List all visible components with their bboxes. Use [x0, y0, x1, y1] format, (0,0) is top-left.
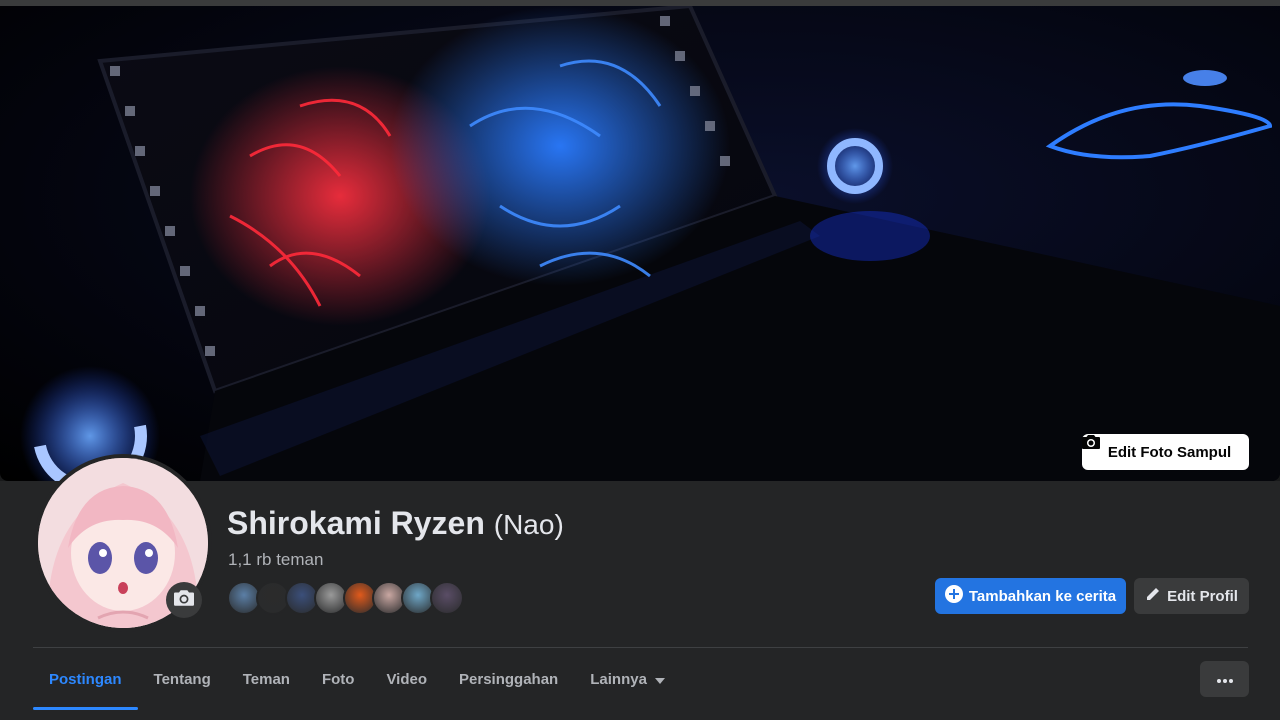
profile-name: Shirokami Ryzen (Nao) [227, 505, 564, 542]
tab-label: Tentang [153, 670, 211, 688]
tab-teman[interactable]: Teman [227, 648, 306, 710]
plus-circle-icon [944, 585, 963, 607]
edit-cover-photo-button[interactable]: Edit Foto Sampul [1082, 434, 1249, 470]
cover-photo-image [20, 6, 1280, 481]
profile-alternate-name: (Nao) [493, 509, 564, 540]
edit-profile-button[interactable]: Edit Profil [1134, 578, 1249, 614]
tab-label: Persinggahan [459, 670, 559, 688]
tab-label: Foto [321, 670, 355, 688]
tab-label: Postingan [49, 670, 122, 688]
profile-name-text: Shirokami Ryzen [227, 505, 485, 541]
add-to-story-label: Tambahkan ke cerita [968, 587, 1117, 605]
camera-icon [174, 589, 194, 612]
add-to-story-button[interactable]: Tambahkan ke cerita [935, 578, 1126, 614]
tab-postingan[interactable]: Postingan [33, 648, 138, 710]
pencil-icon [1145, 586, 1161, 606]
profile-tabs: Postingan Tentang Teman Foto Video Persi… [33, 648, 681, 710]
tab-video[interactable]: Video [370, 648, 443, 710]
friends-count[interactable]: 1,1 rb teman [228, 550, 323, 570]
tab-tentang[interactable]: Tentang [138, 648, 227, 710]
caret-down-icon [654, 671, 665, 688]
friend-avatars[interactable] [227, 581, 464, 615]
tab-persinggahan[interactable]: Persinggahan [443, 648, 574, 710]
more-options-button[interactable] [1200, 661, 1249, 697]
cover-photo[interactable]: Edit Foto Sampul [0, 6, 1280, 481]
tab-label: Teman [242, 670, 290, 688]
tab-foto[interactable]: Foto [306, 648, 370, 710]
tab-label: Lainnya [590, 670, 647, 688]
ellipsis-icon [1216, 670, 1233, 688]
edit-profile-label: Edit Profil [1167, 587, 1238, 605]
update-avatar-button[interactable] [166, 582, 202, 618]
edit-cover-photo-label: Edit Foto Sampul [1107, 443, 1232, 461]
friend-avatar[interactable] [430, 581, 464, 615]
tab-lainnya[interactable]: Lainnya [574, 648, 681, 710]
tab-label: Video [386, 670, 428, 688]
